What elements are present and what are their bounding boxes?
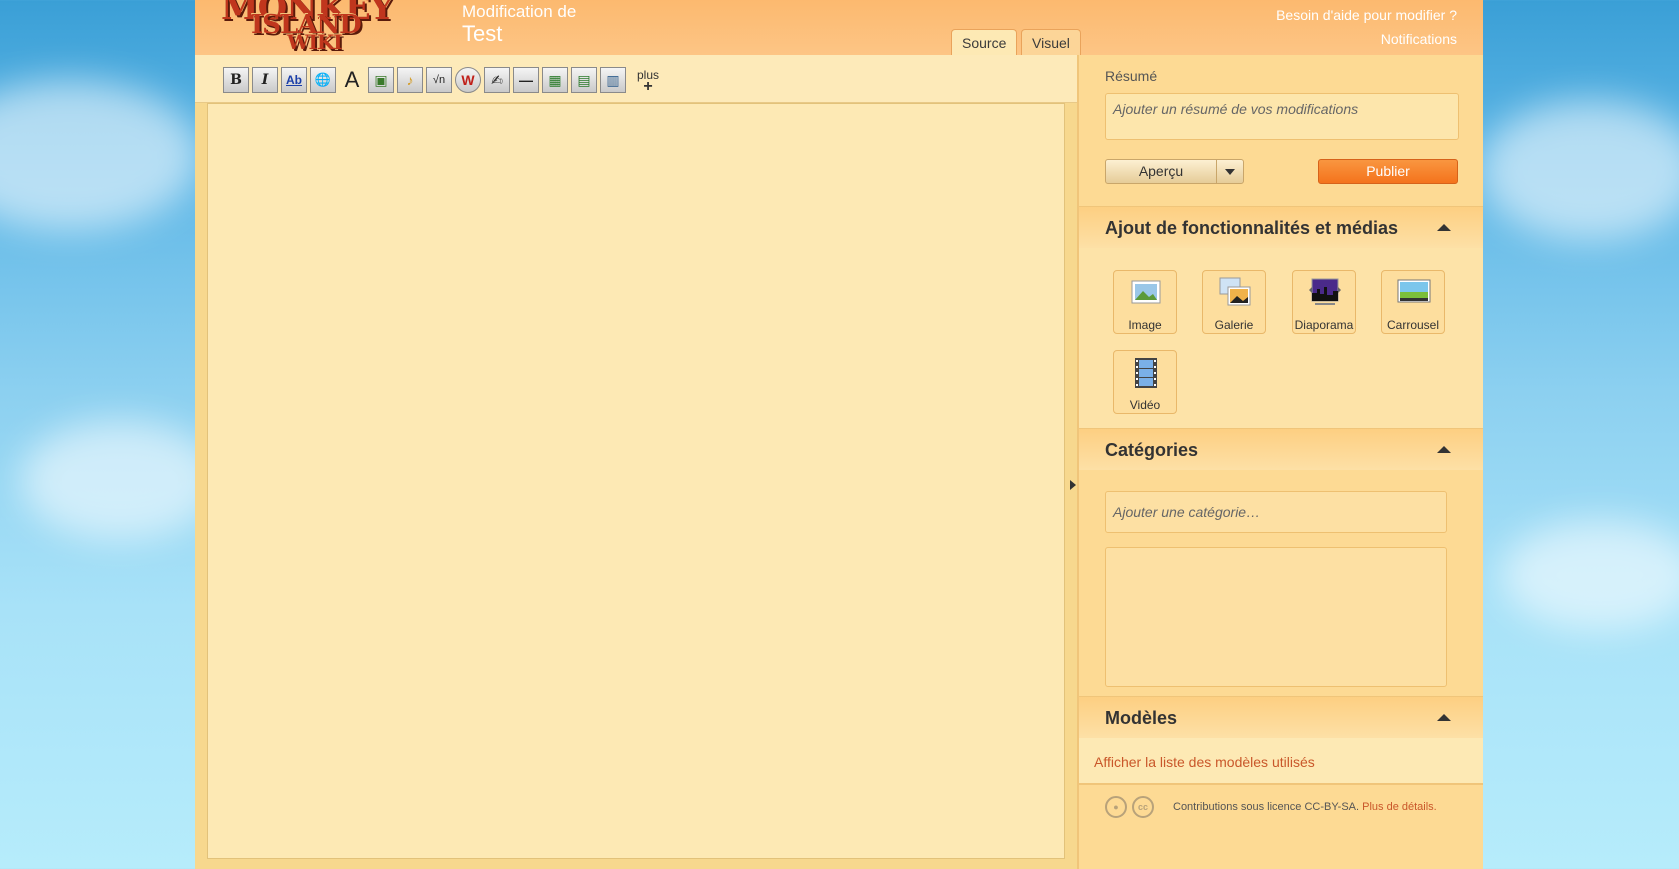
media-slideshow-label: Diaporama bbox=[1294, 318, 1354, 332]
horizontal-line-button[interactable]: — bbox=[513, 67, 539, 93]
italic-button[interactable]: I bbox=[252, 67, 278, 93]
features-title: Ajout de fonctionnalités et médias bbox=[1105, 218, 1399, 238]
wiki-logo[interactable]: MONKEY ISLAND WIKI bbox=[221, 0, 431, 55]
page-title: Test bbox=[462, 21, 503, 46]
summary-label: Résumé bbox=[1105, 68, 1158, 84]
caret-up-icon bbox=[1437, 446, 1451, 453]
by-license-icon: ● bbox=[1105, 796, 1127, 818]
category-list[interactable] bbox=[1105, 547, 1447, 687]
license-details-link[interactable]: Plus de détails. bbox=[1362, 801, 1437, 813]
signature-button[interactable]: ✍ bbox=[484, 67, 510, 93]
media-video-label: Vidéo bbox=[1129, 398, 1161, 412]
footer-separator bbox=[1079, 783, 1483, 785]
more-toolbar-button[interactable]: plus + bbox=[637, 68, 659, 95]
background-cloud bbox=[1500, 520, 1679, 630]
preview-dropdown-button[interactable] bbox=[1216, 159, 1244, 184]
bold-button[interactable]: B bbox=[223, 67, 249, 93]
image-icon bbox=[1131, 280, 1161, 304]
carousel-icon bbox=[1397, 279, 1431, 303]
right-rail: Résumé Ajouter un résumé de vos modifica… bbox=[1079, 55, 1483, 869]
editor-frame: MONKEY ISLAND WIKI Modification de Test … bbox=[195, 0, 1483, 869]
features-section-header[interactable]: Ajout de fonctionnalités et médias bbox=[1079, 206, 1483, 248]
image-button[interactable]: ▣ bbox=[368, 67, 394, 93]
summary-input[interactable]: Ajouter un résumé de vos modifications bbox=[1105, 93, 1459, 140]
category-input[interactable]: Ajouter une catégorie… bbox=[1105, 491, 1447, 533]
collapse-rail-icon[interactable] bbox=[1070, 480, 1076, 490]
source-toolbar: B I Ab 🌐 A ▣ ♪ √n W ✍ — ▦ ▤ ▥ plus + bbox=[195, 55, 1077, 103]
categories-section-header[interactable]: Catégories bbox=[1079, 428, 1483, 470]
editor-area bbox=[195, 103, 1077, 869]
tab-visuel[interactable]: Visuel bbox=[1021, 29, 1081, 55]
insert-gallery-button[interactable]: ▤ bbox=[571, 67, 597, 93]
plus-icon: + bbox=[643, 78, 653, 95]
media-image-label: Image bbox=[1128, 318, 1162, 332]
media-button[interactable]: ♪ bbox=[397, 67, 423, 93]
caret-up-icon bbox=[1437, 224, 1451, 231]
nowiki-button[interactable]: W bbox=[455, 67, 481, 93]
templates-list-link[interactable]: Afficher la liste des modèles utilisés bbox=[1094, 754, 1315, 770]
templates-section-header[interactable]: Modèles bbox=[1079, 696, 1483, 738]
tab-source[interactable]: Source bbox=[951, 29, 1018, 55]
caret-up-icon bbox=[1437, 714, 1451, 721]
math-button[interactable]: √n bbox=[426, 67, 452, 93]
media-image-button[interactable]: Image bbox=[1113, 270, 1177, 334]
insert-image-button[interactable]: ▦ bbox=[542, 67, 568, 93]
video-icon bbox=[1135, 358, 1157, 388]
background-cloud bbox=[0, 80, 200, 230]
publish-button[interactable]: Publier bbox=[1318, 159, 1458, 184]
license-text: Contributions sous licence CC-BY-SA. bbox=[1173, 801, 1360, 813]
external-link-button[interactable]: 🌐 bbox=[310, 67, 336, 93]
edit-label: Modification de bbox=[462, 2, 577, 21]
insert-video-button[interactable]: ▥ bbox=[600, 67, 626, 93]
background-cloud bbox=[20, 420, 220, 540]
slideshow-icon bbox=[1309, 278, 1341, 305]
source-textarea[interactable] bbox=[207, 103, 1065, 859]
gallery-icon bbox=[1219, 277, 1251, 306]
background-cloud bbox=[1480, 100, 1679, 240]
internal-link-button[interactable]: Ab bbox=[281, 67, 307, 93]
logo-wiki: WIKI bbox=[287, 30, 343, 54]
media-carousel-button[interactable]: Carrousel bbox=[1381, 270, 1445, 334]
preview-button[interactable]: Aperçu bbox=[1105, 159, 1217, 184]
notifications-link[interactable]: Notifications bbox=[1381, 31, 1457, 47]
media-gallery-button[interactable]: Galerie bbox=[1202, 270, 1266, 334]
help-link[interactable]: Besoin d'aide pour modifier ? bbox=[1276, 7, 1457, 23]
license-notice: Contributions sous licence CC-BY-SA. Plu… bbox=[1173, 801, 1437, 813]
media-gallery-label: Galerie bbox=[1214, 318, 1254, 332]
editor-header: MONKEY ISLAND WIKI Modification de Test … bbox=[195, 0, 1483, 55]
media-carousel-label: Carrousel bbox=[1386, 318, 1440, 332]
media-slideshow-button[interactable]: Diaporama bbox=[1292, 270, 1356, 334]
categories-title: Catégories bbox=[1105, 440, 1199, 460]
media-video-button[interactable]: Vidéo bbox=[1113, 350, 1177, 414]
cc-license-icon: cc bbox=[1132, 796, 1154, 818]
templates-title: Modèles bbox=[1105, 708, 1178, 728]
heading-button[interactable]: A bbox=[339, 67, 365, 93]
